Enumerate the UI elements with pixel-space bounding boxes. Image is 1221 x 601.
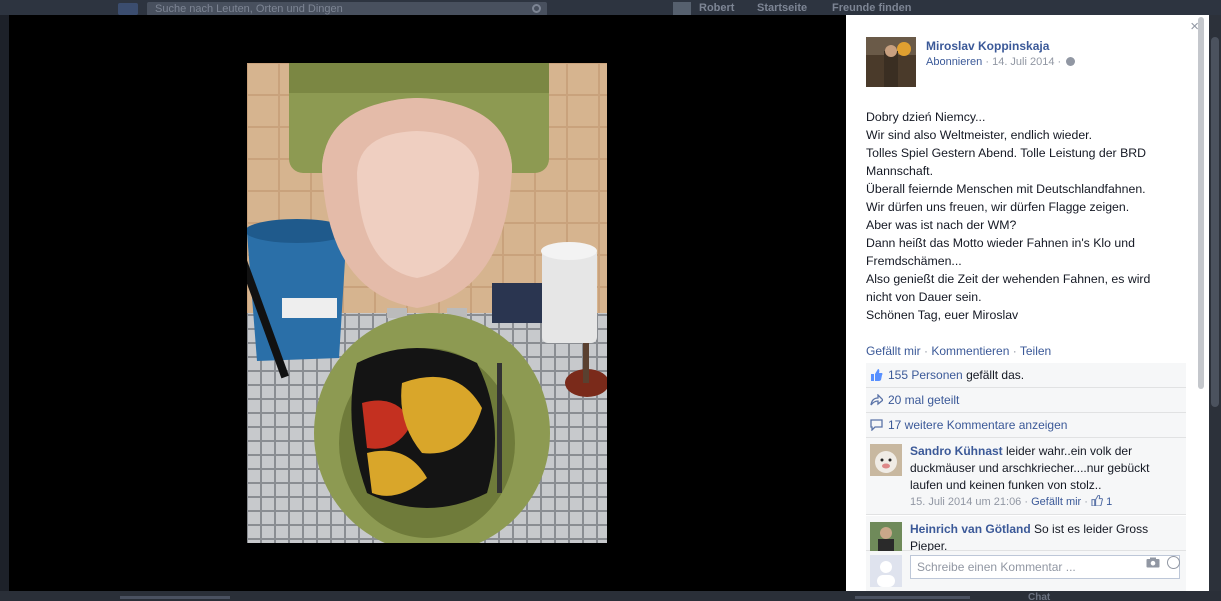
commenter-avatar-image [870, 522, 902, 554]
photo-sidebar: × Miroslav Koppinskaja Abonnieren · 14. … [846, 15, 1209, 591]
share-button[interactable]: Teilen [1020, 344, 1051, 358]
page-scrollbar[interactable] [1209, 15, 1221, 591]
chat-label[interactable]: Chat [1028, 592, 1050, 601]
post-line: Schönen Tag, euer Miroslav [866, 308, 1019, 322]
commenter-avatar[interactable] [870, 444, 902, 476]
comment-item: Sandro Kühnast leider wahr..ein volk der… [866, 438, 1186, 515]
nav-find-friends-link[interactable]: Freunde finden [832, 2, 911, 14]
more-comments-link[interactable]: 17 weitere Kommentare anzeigen [888, 418, 1067, 432]
likes-suffix: gefällt das. [962, 368, 1025, 382]
comment-like-count[interactable]: 1 [1106, 496, 1112, 508]
post-line: Aber was ist nach der WM? [866, 218, 1017, 232]
post-line: Mannschaft. [866, 164, 933, 178]
action-separator: · [1009, 344, 1020, 358]
meta-separator: · [1057, 56, 1065, 68]
sidebar-scrollbar[interactable] [1197, 15, 1205, 591]
shares-link[interactable]: 20 mal geteilt [888, 393, 959, 407]
comment-item: Heinrich van Götland So ist es leider Gr… [866, 516, 1186, 554]
comment-composer: Schreibe einen Kommentar ... [866, 551, 1186, 591]
shares-row: 20 mal geteilt [866, 388, 1186, 413]
default-avatar-icon [870, 555, 902, 587]
comment-meta: 15. Juli 2014 um 21:06 · Gefällt mir · 1 [910, 494, 1113, 508]
toilet-photo-image [247, 63, 607, 543]
post-actions: Gefällt mir · Kommentieren · Teilen [866, 344, 1051, 358]
search-box[interactable]: Suche nach Leuten, Orten und Dingen [147, 2, 547, 15]
comment-button[interactable]: Kommentieren [931, 344, 1009, 358]
post-line: Tolles Spiel Gestern Abend. Tolle Leistu… [866, 146, 1147, 160]
camera-icon[interactable] [1146, 557, 1160, 568]
post-line: nicht von Dauer sein. [866, 290, 982, 304]
author-name-link[interactable]: Miroslav Koppinskaja [926, 39, 1049, 53]
comment-bubble-icon [870, 419, 883, 431]
commenter-name-link[interactable]: Sandro Kühnast [910, 444, 1003, 458]
likes-count-link[interactable]: 155 Personen [888, 368, 963, 382]
post-line: Wir dürfen uns freuen, wir dürfen Flagge… [866, 200, 1130, 214]
thumbs-up-icon [1091, 494, 1104, 507]
post-line: Überall feiernde Menschen mit Deutschlan… [866, 182, 1146, 196]
thumbs-up-icon [871, 369, 883, 381]
bottom-bar-item [120, 596, 230, 599]
facebook-bottom-strip: Chat [0, 591, 1221, 601]
post-line: Also genießt die Zeit der wehenden Fahne… [866, 272, 1151, 286]
emoji-icon[interactable] [1167, 556, 1180, 569]
search-input[interactable]: Suche nach Leuten, Orten und Dingen [155, 3, 343, 15]
sidebar-scrollbar-thumb[interactable] [1198, 17, 1204, 389]
comment-input[interactable]: Schreibe einen Kommentar ... [910, 555, 1180, 579]
globe-icon[interactable] [1066, 57, 1076, 66]
author-avatar[interactable] [866, 37, 916, 87]
user-avatar[interactable] [673, 2, 691, 15]
more-comments-row: 17 weitere Kommentare anzeigen [866, 413, 1186, 438]
commenter-avatar[interactable] [870, 522, 902, 554]
commenter-name-link[interactable]: Heinrich van Götland [910, 522, 1031, 536]
like-button[interactable]: Gefällt mir [866, 344, 921, 358]
subscribe-link[interactable]: Abonnieren [926, 56, 982, 68]
comment-timestamp[interactable]: 15. Juli 2014 um 21:06 [910, 496, 1021, 508]
page-scrollbar-thumb[interactable] [1211, 37, 1219, 407]
viewer-avatar [870, 555, 902, 587]
action-separator: · [920, 344, 932, 358]
search-icon[interactable] [532, 4, 541, 13]
commenter-avatar-image [870, 444, 902, 476]
post-line: Dobry dzień Niemcy... [866, 110, 986, 124]
comment-body: Sandro Kühnast leider wahr..ein volk der… [910, 443, 1180, 511]
comment-like-button[interactable]: Gefällt mir [1031, 496, 1081, 508]
bottom-bar-item [855, 596, 970, 599]
post-line: Wir sind also Weltmeister, endlich wiede… [866, 128, 1092, 142]
post-date[interactable]: 14. Juli 2014 [992, 56, 1054, 68]
post-photo[interactable] [247, 63, 607, 543]
facebook-top-bar: Suche nach Leuten, Orten und Dingen Robe… [0, 0, 1221, 15]
nav-home-link[interactable]: Startseite [757, 2, 807, 14]
share-arrow-icon [870, 394, 883, 406]
post-meta: Abonnieren · 14. Juli 2014 · [926, 56, 1076, 68]
facebook-logo-icon[interactable] [118, 3, 138, 15]
author-avatar-image [866, 37, 916, 87]
nav-user-link[interactable]: Robert [699, 2, 734, 14]
post-line: Dann heißt das Motto wieder Fahnen in's … [866, 236, 1135, 250]
post-line: Fremdschämen... [866, 254, 962, 268]
comment-body: Heinrich van Götland So ist es leider Gr… [910, 521, 1180, 555]
post-text: Dobry dzień Niemcy... Wir sind also Welt… [866, 108, 1186, 324]
photo-stage [9, 15, 846, 591]
likes-row: 155 Personen gefällt das. [866, 363, 1186, 388]
